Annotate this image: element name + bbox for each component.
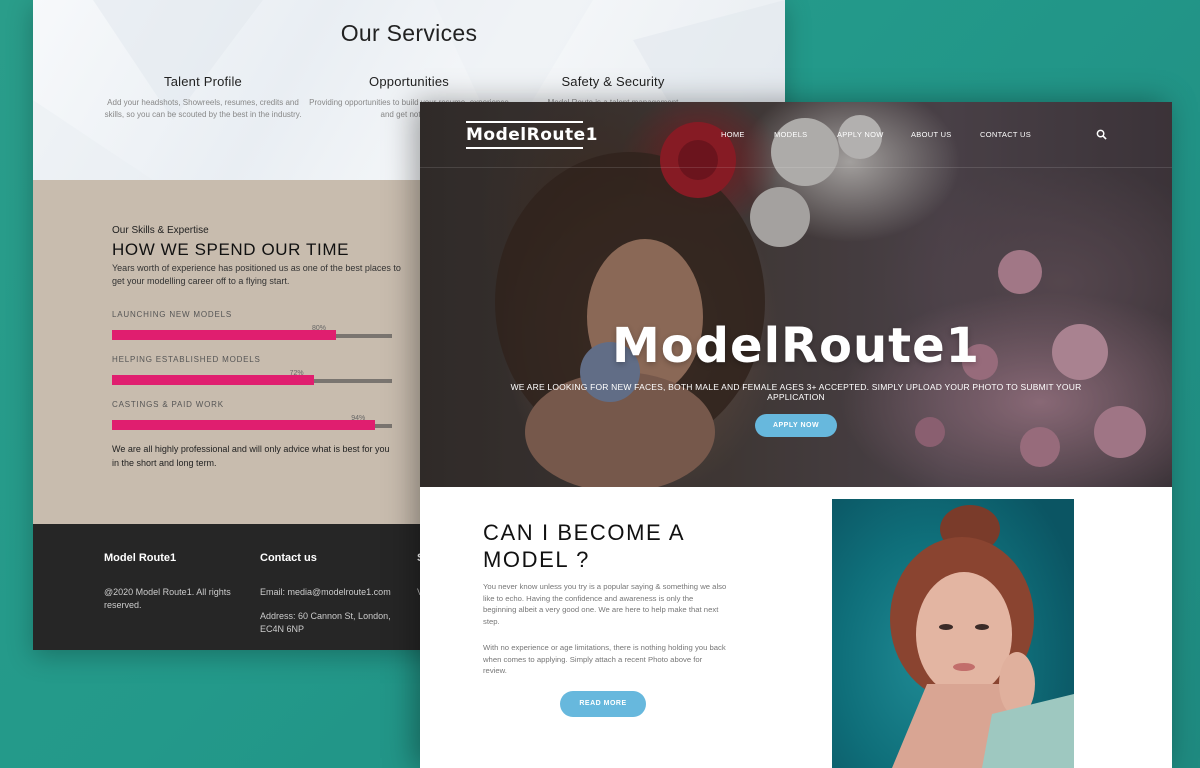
model-portrait-photo bbox=[832, 499, 1074, 768]
skills-kicker: Our Skills & Expertise bbox=[112, 225, 209, 236]
skill-label: LAUNCHING NEW MODELS bbox=[112, 310, 233, 319]
service-title: Safety & Security bbox=[561, 74, 665, 89]
nav-about-us[interactable]: ABOUT US bbox=[911, 130, 952, 139]
read-more-button[interactable]: READ MORE bbox=[560, 691, 646, 717]
skill-fill bbox=[112, 420, 376, 430]
nav-apply-now[interactable]: APPLY NOW bbox=[837, 130, 884, 139]
footer-col-brand: Model Route1 @2020 Model Route1. All rig… bbox=[104, 552, 254, 612]
footer-address: Address: 60 Cannon St, London, EC4N 6NP bbox=[260, 611, 391, 634]
skill-percent: 72% bbox=[289, 370, 304, 377]
skill-fill bbox=[112, 375, 314, 385]
hero-title: ModelRoute1 bbox=[611, 318, 981, 374]
cta-paragraph: With no experience or age limitations, t… bbox=[483, 643, 726, 675]
skill-bar-launching: LAUNCHING NEW MODELS 80% bbox=[112, 310, 392, 340]
skill-label: CASTINGS & PAID WORK bbox=[112, 400, 224, 409]
nav-home[interactable]: HOME bbox=[721, 130, 745, 139]
services-title: Our Services bbox=[340, 20, 478, 46]
search-icon[interactable] bbox=[1096, 129, 1107, 140]
skill-percent: 94% bbox=[351, 415, 366, 422]
footer-col-contact: Contact us Email: media@modelroute1.com … bbox=[260, 552, 410, 636]
nav-models[interactable]: MODELS bbox=[774, 130, 807, 139]
apply-now-button[interactable]: APPLY NOW bbox=[755, 414, 837, 437]
nav-contact-us[interactable]: CONTACT US bbox=[980, 130, 1031, 139]
skills-outro: We are all highly professional and will … bbox=[112, 444, 390, 468]
footer-heading: Model Route1 bbox=[104, 552, 177, 564]
portrait-illustration bbox=[890, 505, 1074, 768]
footer-email[interactable]: Email: media@modelroute1.com bbox=[260, 586, 410, 599]
skills-title: HOW WE SPEND OUR TIME bbox=[112, 240, 350, 259]
skill-label: HELPING ESTABLISHED MODELS bbox=[112, 355, 261, 364]
skill-fill bbox=[112, 330, 336, 340]
footer-heading: Contact us bbox=[260, 552, 317, 564]
footer-copyright: @2020 Model Route1. All rights reserved. bbox=[104, 587, 231, 610]
cta-title: CAN I BECOME A MODEL ? bbox=[483, 520, 684, 572]
hero-section: ModelRoute1 HOME MODELS APPLY NOW ABOUT … bbox=[420, 102, 1172, 487]
skills-intro: Years worth of experience has positioned… bbox=[112, 263, 401, 286]
service-title: Opportunities bbox=[369, 74, 449, 89]
top-nav: ModelRoute1 HOME MODELS APPLY NOW ABOUT … bbox=[420, 102, 1172, 168]
skill-percent: 80% bbox=[312, 325, 327, 332]
skill-bar-castings: CASTINGS & PAID WORK 94% bbox=[112, 400, 392, 430]
skill-bar-established: HELPING ESTABLISHED MODELS 72% bbox=[112, 355, 392, 385]
hero-subtitle: WE ARE LOOKING FOR NEW FACES, BOTH MALE … bbox=[510, 382, 1082, 402]
service-title: Talent Profile bbox=[164, 74, 242, 89]
site-logo[interactable]: ModelRoute1 bbox=[466, 121, 597, 149]
cta-paragraph: You never know unless you try is a popul… bbox=[483, 582, 727, 626]
service-talent-profile: Talent Profile Add your headshots, Showr… bbox=[103, 74, 303, 121]
service-text: Add your headshots, Showreels, resumes, … bbox=[104, 98, 302, 119]
front-page-screenshot: ModelRoute1 HOME MODELS APPLY NOW ABOUT … bbox=[420, 102, 1172, 768]
